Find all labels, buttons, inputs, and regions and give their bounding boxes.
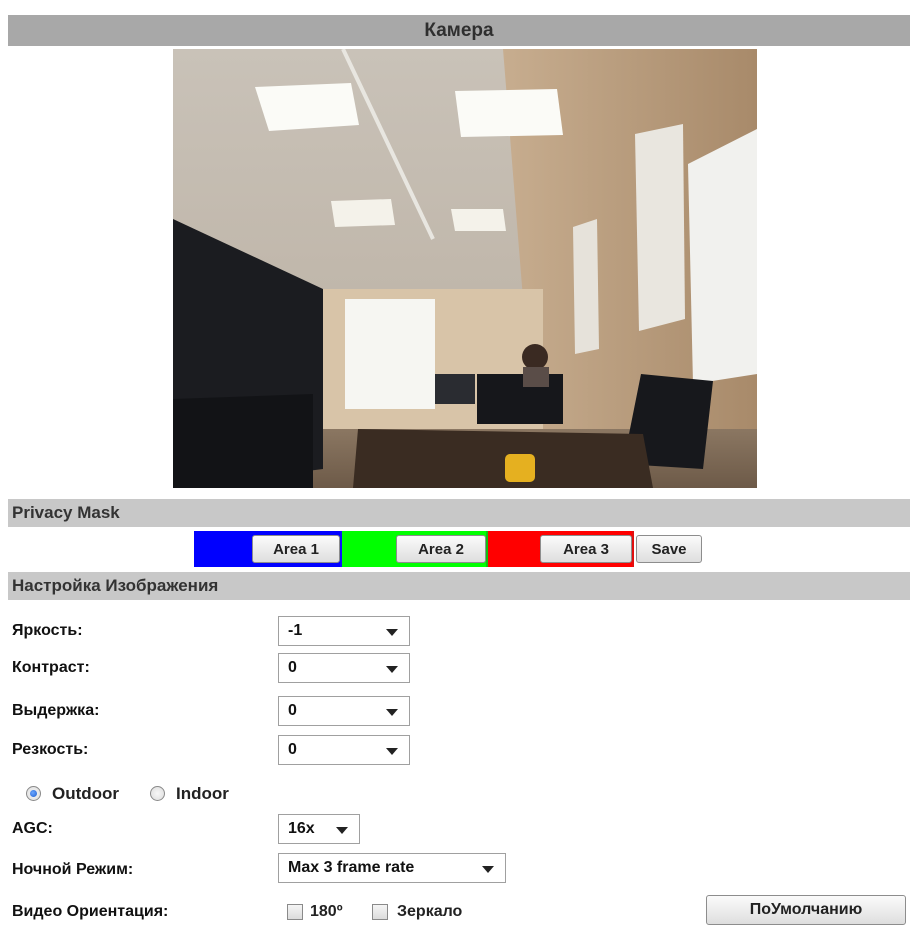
sharpness-label: Резкость:: [12, 741, 89, 758]
contrast-select[interactable]: 0: [278, 653, 410, 683]
rotate-180-checkbox[interactable]: [287, 904, 303, 920]
chevron-down-icon: [386, 666, 398, 673]
chevron-down-icon: [336, 827, 348, 834]
exposure-select[interactable]: 0: [278, 696, 410, 726]
image-settings-header: Настройка Изображения: [8, 572, 910, 600]
night-mode-label: Ночной Режим:: [12, 861, 134, 878]
chevron-down-icon: [386, 709, 398, 716]
chevron-down-icon: [482, 866, 494, 873]
sharpness-select[interactable]: 0: [278, 735, 410, 765]
default-settings-button[interactable]: ПоУмолчанию: [706, 895, 906, 925]
area-2-swatch: Area 2: [342, 531, 488, 567]
area-3-button[interactable]: Area 3: [540, 535, 632, 563]
brightness-select[interactable]: -1: [278, 616, 410, 646]
area-3-swatch: Area 3: [488, 531, 634, 567]
exposure-label: Выдержка:: [12, 702, 100, 719]
mirror-checkbox[interactable]: [372, 904, 388, 920]
brightness-label: Яркость:: [12, 622, 83, 639]
contrast-label: Контраст:: [12, 659, 90, 676]
indoor-radio[interactable]: [150, 786, 165, 801]
chevron-down-icon: [386, 629, 398, 636]
exposure-value: 0: [288, 702, 297, 719]
area-1-swatch: Area 1: [194, 531, 342, 567]
privacy-mask-header: Privacy Mask: [8, 499, 910, 527]
brightness-value: -1: [288, 622, 303, 639]
camera-view: [173, 49, 757, 488]
agc-label: AGC:: [12, 820, 53, 837]
orientation-label: Видео Ориентация:: [12, 903, 169, 920]
page-title: Камера: [8, 15, 910, 46]
save-button[interactable]: Save: [636, 535, 702, 563]
outdoor-label: Outdoor: [52, 784, 120, 803]
agc-value: 16x: [288, 820, 315, 837]
outdoor-radio[interactable]: [26, 786, 41, 801]
night-mode-value: Max 3 frame rate: [288, 859, 415, 876]
mirror-label: Зеркало: [397, 903, 463, 920]
sharpness-value: 0: [288, 741, 297, 758]
chevron-down-icon: [386, 748, 398, 755]
area-2-button[interactable]: Area 2: [396, 535, 486, 563]
night-mode-select[interactable]: Max 3 frame rate: [278, 853, 506, 883]
rotate-180-label: 180º: [310, 903, 343, 920]
indoor-label: Indoor: [176, 784, 229, 803]
contrast-value: 0: [288, 659, 297, 676]
camera-image: [173, 49, 757, 488]
area-1-button[interactable]: Area 1: [252, 535, 340, 563]
agc-select[interactable]: 16x: [278, 814, 360, 844]
